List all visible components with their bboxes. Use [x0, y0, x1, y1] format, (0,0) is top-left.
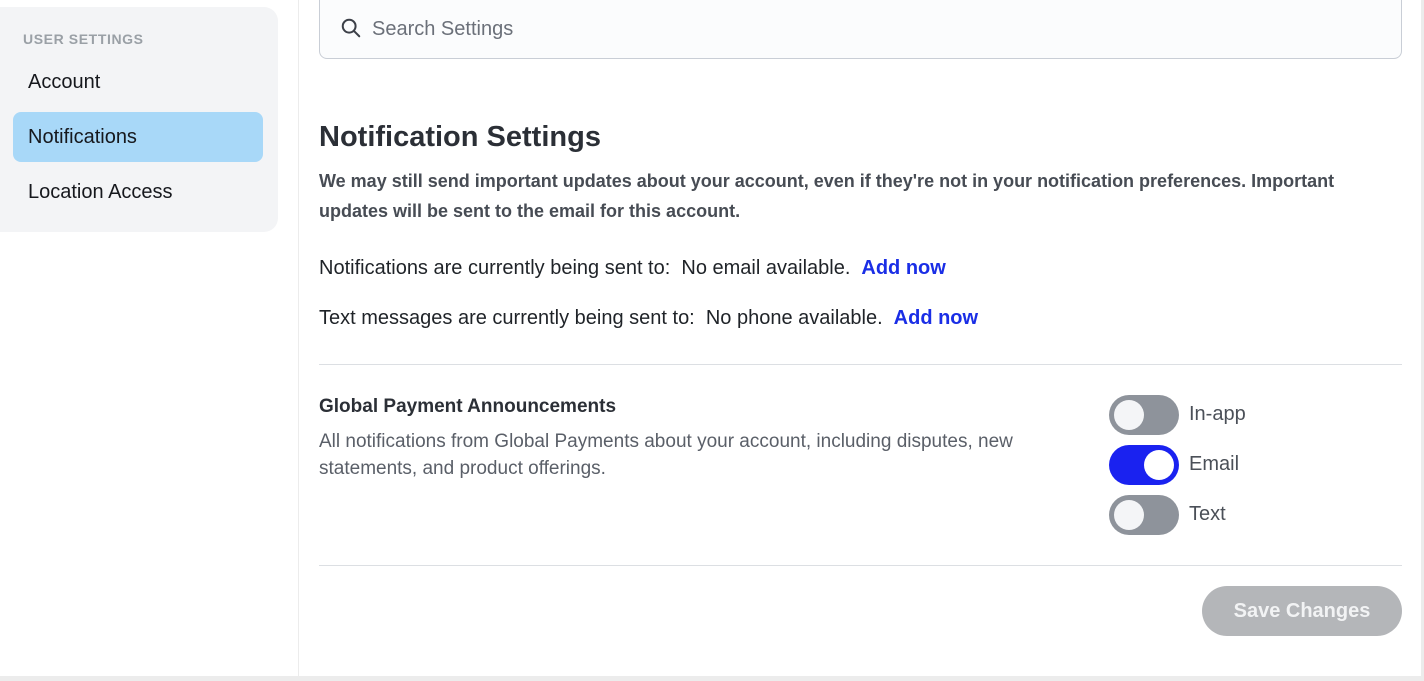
preference-title: Global Payment Announcements [319, 396, 617, 417]
text-toggle-label: Text [1189, 503, 1226, 525]
sidebar-item-location-access[interactable]: Location Access [13, 167, 263, 217]
email-status-row: Notifications are currently being sent t… [319, 257, 946, 280]
save-changes-button[interactable]: Save Changes [1202, 586, 1402, 636]
toggle-knob [1114, 400, 1144, 430]
settings-sidebar: USER SETTINGS Account Notifications Loca… [0, 7, 278, 232]
section-divider [319, 364, 1402, 365]
phone-status-text: Text messages are currently being sent t… [319, 307, 883, 329]
page-description: We may still send important updates abou… [319, 171, 1335, 221]
search-bar[interactable] [319, 0, 1402, 59]
sidebar-divider [298, 0, 299, 677]
email-status-text: Notifications are currently being sent t… [319, 257, 851, 279]
sidebar-item-notifications[interactable]: Notifications [13, 112, 263, 162]
bottom-edge [0, 676, 1424, 681]
search-icon [341, 18, 361, 38]
add-phone-link[interactable]: Add now [894, 307, 978, 329]
search-input[interactable] [372, 14, 1352, 44]
email-toggle-label: Email [1189, 453, 1240, 475]
preference-description: All notifications from Global Payments a… [319, 431, 1013, 479]
page-title: Notification Settings [319, 121, 601, 153]
toggle-knob [1144, 450, 1174, 480]
footer-divider [319, 565, 1402, 566]
toggle-knob [1114, 500, 1144, 530]
text-toggle[interactable] [1109, 495, 1179, 535]
email-toggle[interactable] [1109, 445, 1179, 485]
in-app-toggle-label: In-app [1189, 403, 1246, 425]
phone-status-row: Text messages are currently being sent t… [319, 307, 978, 330]
in-app-toggle[interactable] [1109, 395, 1179, 435]
add-email-link[interactable]: Add now [861, 257, 945, 279]
sidebar-item-account[interactable]: Account [13, 57, 263, 107]
sidebar-heading: USER SETTINGS [23, 31, 144, 47]
